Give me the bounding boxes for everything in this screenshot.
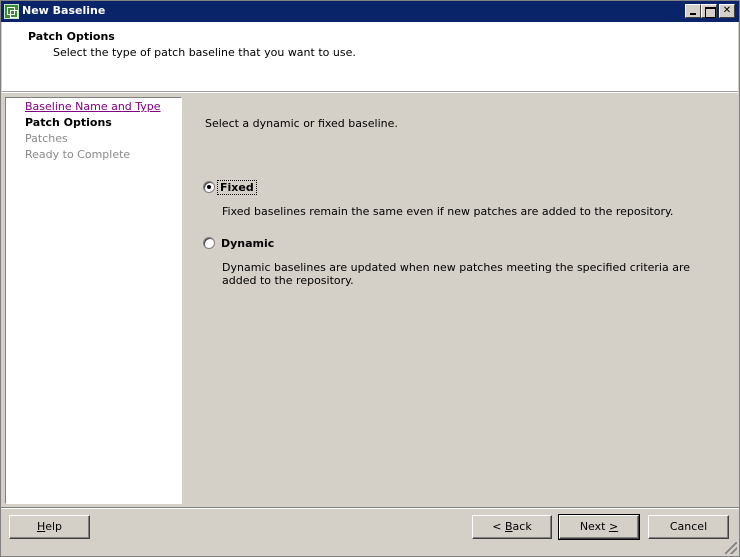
maximize-icon[interactable] <box>701 4 717 18</box>
cancel-button[interactable]: Cancel <box>648 515 729 539</box>
step-ready-to-complete: Ready to Complete <box>25 148 131 161</box>
minimize-icon[interactable] <box>685 4 701 18</box>
footer-divider <box>1 507 739 509</box>
fixed-description: Fixed baselines remain the same even if … <box>222 205 674 218</box>
help-button[interactable]: Help <box>9 515 90 539</box>
patch-options-content: Select a dynamic or fixed baseline. Fixe… <box>185 97 737 504</box>
step-patches: Patches <box>25 132 68 145</box>
title-bar[interactable]: New Baseline ✕ <box>1 1 739 22</box>
dynamic-description-line-2: added to the repository. <box>222 274 354 287</box>
wizard-header: Patch Options Select the type of patch b… <box>2 22 738 92</box>
step-baseline-name-and-type[interactable]: Baseline Name and Type <box>25 100 161 113</box>
help-accel: H <box>36 520 46 533</box>
fixed-radio[interactable] <box>203 181 215 193</box>
app-icon <box>4 4 19 19</box>
fixed-label-focus[interactable]: Fixed <box>217 180 257 195</box>
next-accel: > <box>608 520 619 533</box>
window-title: New Baseline <box>22 4 106 17</box>
baseline-type-prompt: Select a dynamic or fixed baseline. <box>205 117 398 130</box>
dynamic-label[interactable]: Dynamic <box>221 237 274 250</box>
help-label-post: elp <box>45 520 63 533</box>
resize-grip-icon[interactable] <box>725 542 737 554</box>
next-button[interactable]: Next > <box>558 514 640 540</box>
back-accel: B <box>505 520 513 533</box>
wizard-steps-panel: Baseline Name and Type Patch Options Pat… <box>5 97 182 504</box>
next-label-pre: Next <box>579 520 609 533</box>
back-button[interactable]: < Back <box>472 515 552 539</box>
back-label-pre: < <box>492 520 505 533</box>
header-divider <box>2 92 738 93</box>
close-icon[interactable]: ✕ <box>719 4 735 18</box>
back-label-post: ack <box>512 520 532 533</box>
new-baseline-dialog: New Baseline ✕ Patch Options Select the … <box>0 0 740 557</box>
page-title: Patch Options <box>28 30 115 43</box>
dynamic-radio[interactable] <box>203 237 215 249</box>
dynamic-description-line-1: Dynamic baselines are updated when new p… <box>222 261 691 274</box>
page-subtitle: Select the type of patch baseline that y… <box>53 46 356 59</box>
fixed-label[interactable]: Fixed <box>220 181 254 194</box>
step-patch-options: Patch Options <box>25 116 112 129</box>
